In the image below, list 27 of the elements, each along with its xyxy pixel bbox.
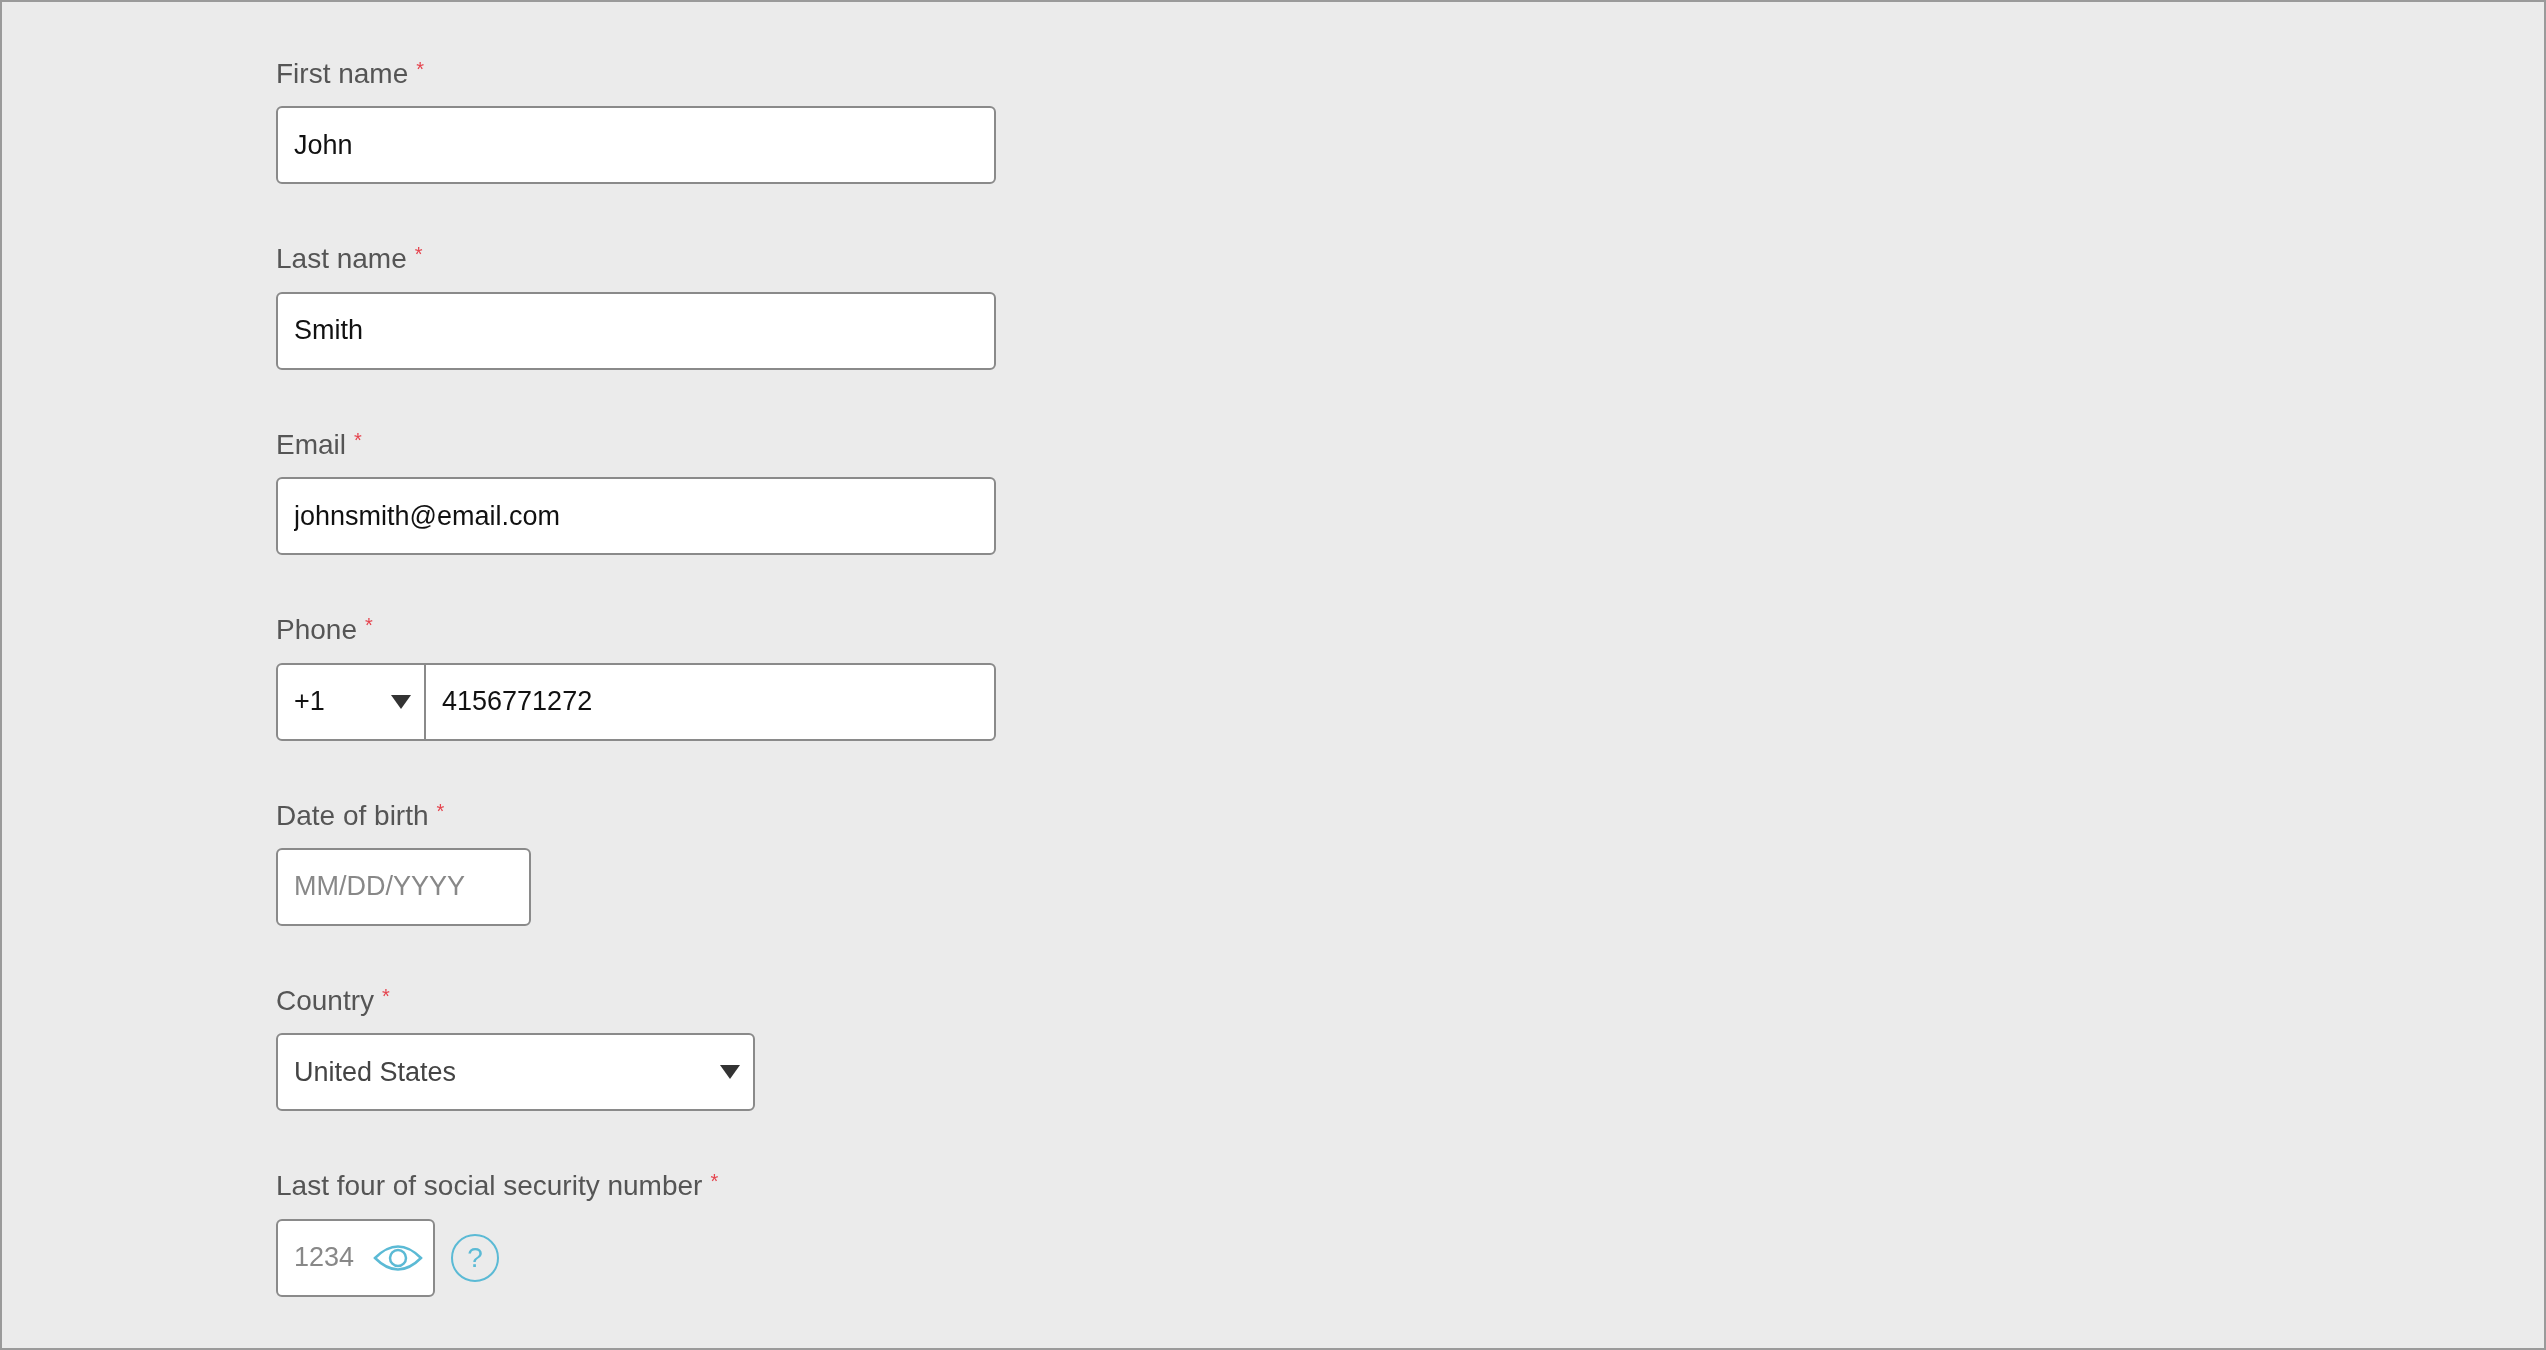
required-asterisk: * xyxy=(710,1169,719,1195)
country-code-dropdown[interactable]: +1 xyxy=(278,664,426,739)
required-asterisk: * xyxy=(416,57,425,82)
field-label: First name xyxy=(276,57,409,91)
field-label: Phone xyxy=(276,613,357,648)
country-dropdown[interactable]: United States xyxy=(276,1033,755,1112)
field-label: Country xyxy=(276,983,375,1018)
phone-field[interactable]: +1 4156771272 xyxy=(276,662,996,741)
phone-number-input[interactable]: 4156771272 xyxy=(426,664,994,739)
field-label: Last name xyxy=(276,242,407,277)
field-label: Date of birth xyxy=(276,798,429,833)
required-asterisk: * xyxy=(354,427,362,453)
ssn-field[interactable]: 1234 xyxy=(276,1218,435,1297)
required-asterisk: * xyxy=(364,613,373,639)
text-field[interactable]: John xyxy=(278,108,994,183)
date-field[interactable]: MM/DD/YYYY xyxy=(278,849,529,924)
field-label: Email xyxy=(276,427,346,462)
caret-icon xyxy=(719,1064,741,1081)
required-asterisk: * xyxy=(382,983,390,1009)
required-asterisk: * xyxy=(436,798,445,824)
text-field[interactable]: Smith xyxy=(278,293,994,368)
ssn-input[interactable]: 1234 xyxy=(278,1220,373,1295)
eye-icon[interactable] xyxy=(373,1242,423,1273)
caret-icon xyxy=(390,693,412,710)
text-field[interactable]: johnsmith@email.com xyxy=(278,479,994,554)
field-label: Last four of social security number xyxy=(276,1169,703,1204)
required-asterisk: * xyxy=(414,242,423,268)
